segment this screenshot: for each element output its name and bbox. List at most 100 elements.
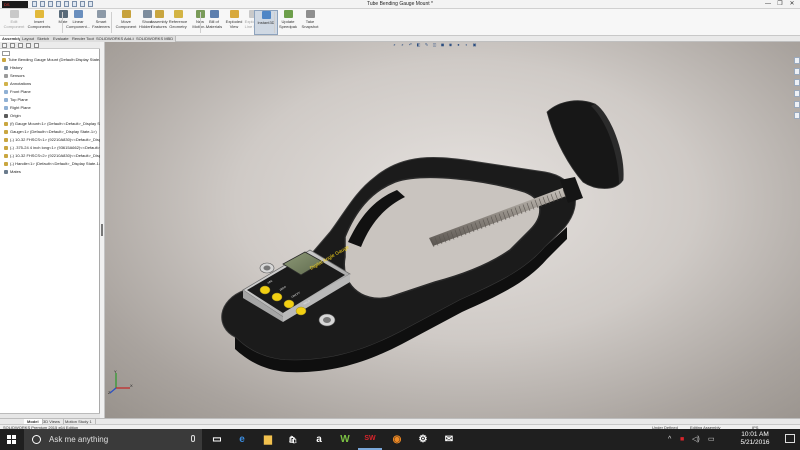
tree-item[interactable]: Mates — [0, 168, 100, 176]
clock[interactable]: 10:01 AM 5/21/2016 — [732, 431, 778, 447]
amazon-icon[interactable]: a — [307, 429, 331, 450]
clock-time: 10:01 AM — [741, 431, 769, 438]
tree-item[interactable]: Sensors — [0, 72, 100, 80]
windows-logo-tile — [12, 435, 16, 439]
show-hidden-icons-icon[interactable]: ^ — [668, 435, 671, 444]
tree-item[interactable]: (f) Gauge Mount<1> (Default<<Default>_Di… — [0, 120, 100, 128]
system-tray: ^ ■ ◁) ▭ 10:01 AM 5/21/2016 — [650, 429, 800, 450]
property-manager-tab-icon[interactable] — [10, 43, 15, 48]
tree-item-icon — [4, 98, 8, 102]
tree-item-label: (f) Gauge Mount<1> (Default<<Default>_Di… — [10, 121, 100, 126]
triad-z-axis — [109, 387, 117, 394]
graphics-viewport[interactable]: ⌕ ⌕ ↶ ◧ ✎ ◫ ◼ ◉ ● ◐ ▣ Digital Angle Gaug… — [105, 42, 800, 418]
feature-tree: Tube Bending Gauge Mount (Default<Displa… — [0, 56, 100, 176]
tree-item-label: Origin — [10, 113, 21, 118]
tree-item-label: History — [10, 65, 23, 70]
store-icon[interactable]: 🛍 — [281, 429, 305, 450]
tree-item[interactable]: History — [0, 64, 100, 72]
reference-geometry-button[interactable]: Reference Geometry — [166, 10, 190, 35]
firefox-icon[interactable]: ◉ — [385, 429, 409, 450]
reference-geometry-icon — [173, 10, 183, 18]
action-center-icon[interactable] — [785, 434, 795, 443]
cortana-search-box[interactable]: Ask me anything — [24, 429, 202, 450]
tree-item-icon — [4, 138, 8, 142]
take-snapshot-button[interactable]: Take Snapshot — [298, 10, 322, 35]
speaker-icon[interactable]: ◁) — [692, 435, 700, 444]
ribbon-separator — [274, 12, 275, 33]
feature-manager-tab-icon[interactable] — [2, 43, 7, 48]
mount-body[interactable] — [221, 156, 576, 373]
bill-of-materials-icon — [209, 10, 219, 18]
tree-item-label: Tube Bending Gauge Mount (Default<Displa… — [8, 57, 100, 62]
tree-item[interactable]: (-) Handle<1> (Default<<Default>_Display… — [0, 160, 100, 168]
move-component-icon — [121, 10, 131, 18]
minimize-button[interactable]: — — [762, 0, 774, 8]
dimxpert-tab-icon[interactable] — [26, 43, 31, 48]
tree-item-icon — [4, 106, 8, 110]
file-explorer-icon[interactable]: ▆ — [256, 429, 280, 450]
gauge-button-zero[interactable] — [271, 292, 283, 302]
search-placeholder: Ask me anything — [49, 435, 109, 444]
configuration-manager-tab-icon[interactable] — [18, 43, 23, 48]
splitter-grip[interactable] — [101, 224, 103, 236]
select-icon[interactable] — [72, 1, 77, 7]
tree-item-icon — [2, 58, 6, 62]
tree-item-icon — [4, 122, 8, 126]
tree-item[interactable]: (-) 10-32 FHSCS<2> (92210A830)<<Default>… — [0, 152, 100, 160]
save-icon[interactable] — [48, 1, 53, 7]
start-button[interactable] — [0, 429, 24, 450]
new-file-icon[interactable] — [32, 1, 37, 7]
linear-component-button[interactable]: Linear Component... — [66, 10, 90, 35]
insert-components-button[interactable]: Insert Components — [27, 10, 51, 35]
edge-icon[interactable]: e — [230, 429, 254, 450]
close-button[interactable]: ✕ — [786, 0, 798, 8]
panel-toolbar — [0, 42, 100, 49]
tree-item-label: Top Plane — [10, 97, 28, 102]
microphone-icon[interactable] — [191, 435, 195, 442]
tree-item[interactable]: (-) 10-32 FHSCS<1> (92210A830)<<Default>… — [0, 136, 100, 144]
tree-item[interactable]: Right Plane — [0, 104, 100, 112]
settings-icon[interactable]: ⚙ — [411, 429, 435, 450]
screw-top[interactable] — [259, 262, 275, 274]
mail-icon[interactable]: ✉ — [437, 429, 461, 450]
tree-item-label: (-) 10-32 FHSCS<1> (92210A830)<<Default>… — [10, 137, 100, 142]
task-view-icon[interactable]: ▭ — [205, 429, 229, 450]
tree-item[interactable]: Top Plane — [0, 96, 100, 104]
tree-item[interactable]: Front Plane — [0, 88, 100, 96]
linear-pattern-icon — [73, 10, 83, 18]
tree-item[interactable]: Annotations — [0, 80, 100, 88]
ribbon-button-label: Take Snapshot — [301, 19, 319, 29]
gauge-mount-model[interactable]: Digital Angle Gauge ABSZEROON/OFFHOLD — [105, 42, 800, 418]
tree-item[interactable]: Origin — [0, 112, 100, 120]
ribbon-button-label: Insert Components — [27, 19, 51, 29]
restore-button[interactable]: ❐ — [774, 0, 786, 8]
tree-item[interactable]: Gauge<1> (Default<<Default>_Display Stat… — [0, 128, 100, 136]
edit-component-button[interactable]: Edit Component — [2, 10, 26, 35]
options-icon[interactable] — [88, 1, 93, 7]
tree-item[interactable]: (-) .375-24 4 inch long<1> (93615A662)<<… — [0, 144, 100, 152]
w-app-icon[interactable]: W — [333, 429, 357, 450]
screw-bottom[interactable] — [318, 313, 336, 327]
print-icon[interactable] — [56, 1, 61, 7]
assembly-features-icon — [154, 10, 164, 18]
antivirus-tray-icon[interactable]: ■ — [680, 435, 684, 444]
windows-logo-tile — [7, 440, 11, 444]
network-icon[interactable]: ▭ — [708, 435, 715, 444]
tree-item[interactable]: Tube Bending Gauge Mount (Default<Displa… — [0, 56, 100, 64]
instant3d-icon — [261, 11, 271, 19]
clock-date: 5/21/2016 — [740, 439, 770, 446]
tree-item-label: (-) 10-32 FHSCS<2> (92210A830)<<Default>… — [10, 153, 100, 158]
undo-icon[interactable] — [64, 1, 69, 7]
gauge-button-on-off[interactable] — [283, 299, 295, 309]
tree-item-label: Mates — [10, 169, 21, 174]
rebuild-icon[interactable] — [80, 1, 85, 7]
gauge-button-hold[interactable] — [295, 306, 307, 316]
update-speedpak-button[interactable]: Update Speedpak — [276, 10, 300, 35]
gauge-button-abs[interactable] — [259, 285, 271, 295]
display-manager-tab-icon[interactable] — [34, 43, 39, 48]
solidworks-icon[interactable]: SW — [358, 429, 382, 450]
smart-fasteners-button[interactable]: Smart Fasteners — [89, 10, 113, 35]
tree-item-icon — [4, 162, 8, 166]
tree-item-icon — [4, 66, 8, 70]
open-file-icon[interactable] — [40, 1, 45, 7]
